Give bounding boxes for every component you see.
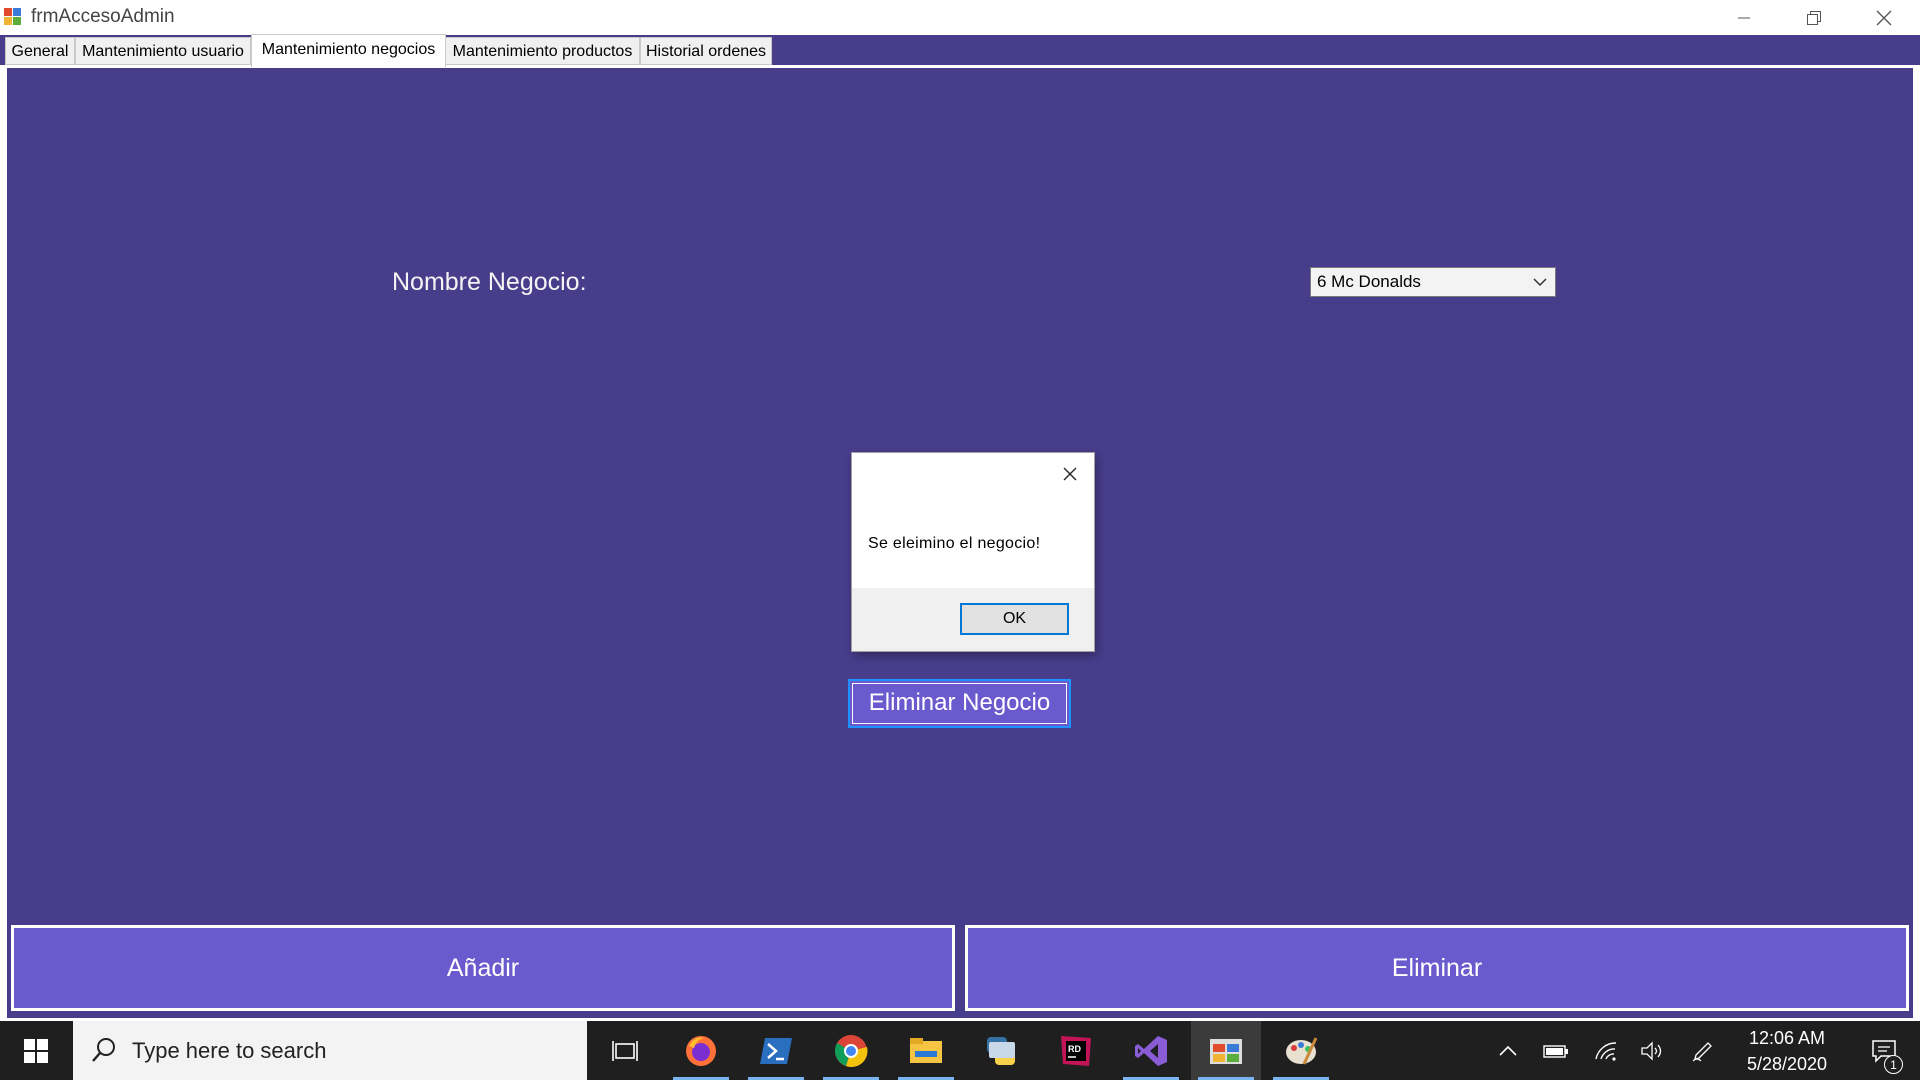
app-icon (4, 8, 22, 26)
minimize-button[interactable] (1709, 0, 1779, 35)
tab-mantenimiento-productos[interactable]: Mantenimiento productos (445, 37, 640, 65)
visual-studio-icon[interactable] (1116, 1021, 1186, 1080)
volume-icon[interactable] (1630, 1021, 1674, 1080)
eliminar-button[interactable]: Eliminar (965, 925, 1909, 1011)
restore-icon (1807, 10, 1821, 25)
restore-button[interactable] (1779, 0, 1849, 35)
search-placeholder: Type here to search (132, 1038, 327, 1063)
nombre-negocio-label: Nombre Negocio: (392, 268, 587, 296)
firefox-icon[interactable] (666, 1021, 736, 1080)
message-dialog: Se eleimino el negocio! OK (852, 453, 1094, 651)
file-explorer-icon[interactable] (891, 1021, 961, 1080)
negocio-select[interactable]: 6 Mc Donalds (1310, 267, 1556, 297)
svg-text:RD: RD (1068, 1044, 1081, 1054)
winforms-app-icon[interactable] (1191, 1021, 1261, 1080)
powershell-icon[interactable] (741, 1021, 811, 1080)
show-hidden-icons-button[interactable] (1486, 1021, 1530, 1080)
chrome-icon[interactable] (816, 1021, 886, 1080)
chevron-up-icon (1499, 1045, 1517, 1056)
taskbar-clock[interactable]: 12:06 AM 5/28/2020 (1732, 1025, 1842, 1077)
pen-icon[interactable] (1681, 1021, 1725, 1080)
ok-button[interactable]: OK (960, 603, 1069, 635)
close-icon (1063, 467, 1077, 481)
taskbar: Type here to search RD 12:06 AM 5/28/202… (0, 1021, 1920, 1080)
close-button[interactable] (1849, 0, 1919, 35)
chevron-down-icon[interactable] (1533, 268, 1547, 296)
eliminar-negocio-button[interactable]: Eliminar Negocio (848, 679, 1071, 728)
tab-general[interactable]: General (5, 37, 75, 65)
notification-badge: 1 (1884, 1055, 1903, 1074)
clock-date: 5/28/2020 (1746, 1054, 1828, 1074)
rider-icon[interactable]: RD (1041, 1021, 1111, 1080)
minimize-icon (1738, 17, 1750, 18)
dialog-close-button[interactable] (1060, 464, 1080, 484)
battery-icon[interactable] (1534, 1021, 1578, 1080)
tab-mantenimiento-usuario[interactable]: Mantenimiento usuario (75, 37, 251, 65)
action-center-button[interactable]: 1 (1854, 1021, 1914, 1080)
taskbar-search-box[interactable]: Type here to search (73, 1021, 587, 1080)
tab-historial-ordenes[interactable]: Historial ordenes (640, 37, 772, 65)
dialog-message: Se eleimino el negocio! (868, 535, 1041, 552)
title-bar: frmAccesoAdmin (0, 0, 1920, 35)
windows-icon (24, 1038, 48, 1063)
paint-icon[interactable] (1266, 1021, 1336, 1080)
wifi-icon[interactable] (1584, 1021, 1628, 1080)
negocio-select-value: 6 Mc Donalds (1317, 272, 1421, 291)
start-button[interactable] (0, 1021, 72, 1080)
anadir-button[interactable]: Añadir (11, 925, 955, 1011)
clock-time: 12:06 AM (1748, 1028, 1826, 1048)
task-view-icon[interactable] (590, 1021, 660, 1080)
python-icon[interactable] (966, 1021, 1036, 1080)
tab-mantenimiento-negocios[interactable]: Mantenimiento negocios (251, 34, 446, 67)
close-icon (1876, 10, 1892, 25)
window-title: frmAccesoAdmin (31, 6, 175, 27)
search-icon (92, 1038, 115, 1062)
